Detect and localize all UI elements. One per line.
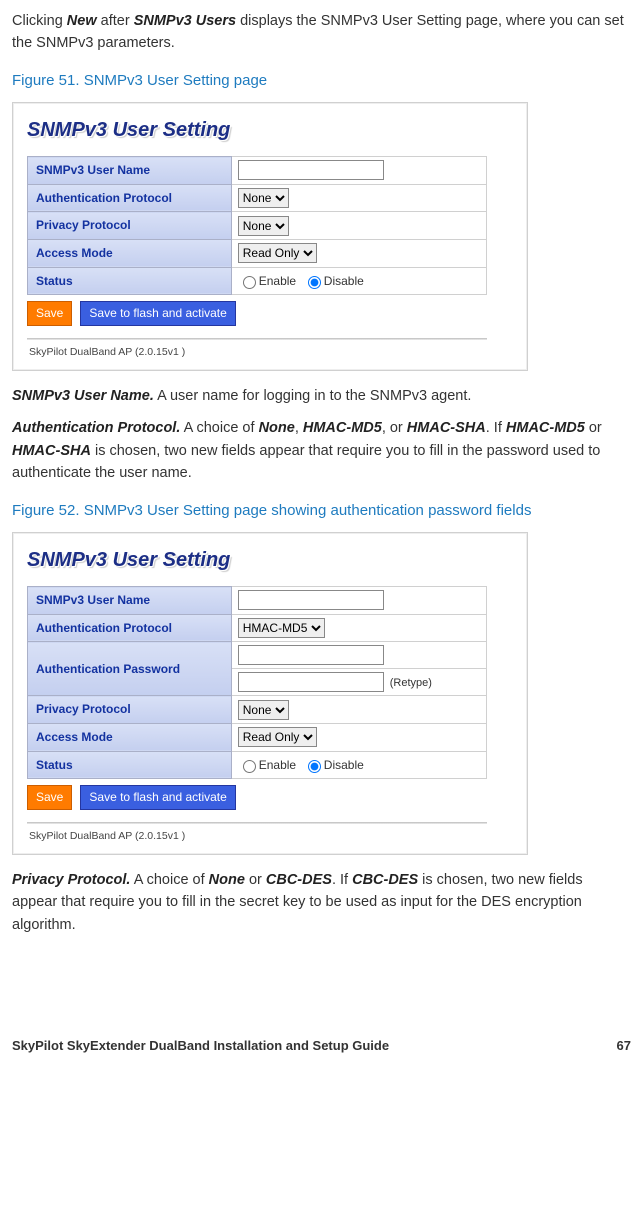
figure-52-panel: SNMPv3 User Setting SNMPv3 User Name Aut… (12, 532, 528, 855)
label-accessmode: Access Mode (28, 239, 232, 267)
save-flash-button[interactable]: Save to flash and activate (80, 301, 235, 326)
save-flash-button-2[interactable]: Save to flash and activate (80, 785, 235, 810)
intro-text-1: Clicking (12, 13, 67, 29)
status-disable-label-2: Disable (324, 758, 364, 772)
divider (27, 338, 487, 340)
authpass-input[interactable] (238, 645, 384, 665)
kw-none-2: None (209, 872, 245, 888)
intro-text-2: after (97, 13, 134, 29)
kw-hmac-sha: HMAC-SHA (407, 420, 486, 436)
figure-51-panel: SNMPv3 User Setting SNMPv3 User Name Aut… (12, 102, 528, 371)
kw-hmac-md5-2: HMAC-MD5 (506, 420, 585, 436)
intro-paragraph: Clicking New after SNMPv3 Users displays… (12, 10, 631, 55)
term-privproto: Privacy Protocol. (12, 872, 130, 888)
save-button[interactable]: Save (27, 301, 72, 326)
label-privproto: Privacy Protocol (28, 212, 232, 240)
label-accessmode-2: Access Mode (28, 723, 232, 751)
form-table-51: SNMPv3 User Name Authentication Protocol… (27, 156, 487, 295)
panel-title-2: SNMPv3 User Setting (27, 545, 517, 576)
page-footer: SkyPilot SkyExtender DualBand Installati… (12, 1036, 631, 1056)
privproto-select-2[interactable]: None (238, 700, 289, 720)
desc-username: SNMPv3 User Name. A user name for loggin… (12, 385, 631, 407)
accessmode-select[interactable]: Read Only (238, 243, 317, 263)
status-disable-radio[interactable] (308, 276, 321, 289)
status-enable-label: Enable (259, 274, 296, 288)
status-disable-label: Disable (324, 274, 364, 288)
save-button-2[interactable]: Save (27, 785, 72, 810)
status-enable-radio[interactable] (243, 276, 256, 289)
username-input-2[interactable] (238, 590, 384, 610)
label-authproto-2: Authentication Protocol (28, 614, 232, 642)
label-privproto-2: Privacy Protocol (28, 696, 232, 724)
figure-52-caption: Figure 52. SNMPv3 User Setting page show… (12, 499, 631, 522)
label-status-2: Status (28, 751, 232, 779)
label-status: Status (28, 267, 232, 295)
kw-hmac-sha-2: HMAC-SHA (12, 443, 91, 459)
figure-51-caption: Figure 51. SNMPv3 User Setting page (12, 69, 631, 92)
kw-cbc-des: CBC-DES (266, 872, 332, 888)
accessmode-select-2[interactable]: Read Only (238, 727, 317, 747)
version-line-2: SkyPilot DualBand AP (2.0.15v1 ) (29, 828, 517, 844)
authproto-select[interactable]: None (238, 188, 289, 208)
kw-none: None (259, 420, 295, 436)
retype-label: (Retype) (390, 677, 432, 689)
kw-new: New (67, 13, 97, 29)
label-username-2: SNMPv3 User Name (28, 587, 232, 615)
authpass-retype-input[interactable] (238, 672, 384, 692)
status-disable-radio-2[interactable] (308, 760, 321, 773)
form-table-52: SNMPv3 User Name Authentication Protocol… (27, 586, 487, 779)
term-authproto: Authentication Protocol. (12, 420, 180, 436)
username-input[interactable] (238, 160, 384, 180)
label-authproto: Authentication Protocol (28, 184, 232, 212)
label-username: SNMPv3 User Name (28, 157, 232, 185)
privproto-select[interactable]: None (238, 216, 289, 236)
page-number: 67 (617, 1036, 631, 1056)
kw-hmac-md5: HMAC-MD5 (303, 420, 382, 436)
label-authpass: Authentication Password (28, 642, 232, 696)
status-enable-radio-2[interactable] (243, 760, 256, 773)
status-enable-label-2: Enable (259, 758, 296, 772)
authproto-select-2[interactable]: HMAC-MD5 (238, 618, 325, 638)
kw-cbc-des-2: CBC-DES (352, 872, 418, 888)
footer-title: SkyPilot SkyExtender DualBand Installati… (12, 1036, 389, 1056)
body-username: A user name for logging in to the SNMPv3… (154, 388, 472, 404)
divider-2 (27, 822, 487, 824)
term-username: SNMPv3 User Name. (12, 388, 154, 404)
panel-title: SNMPv3 User Setting (27, 115, 517, 146)
desc-privproto: Privacy Protocol. A choice of None or CB… (12, 869, 631, 936)
version-line: SkyPilot DualBand AP (2.0.15v1 ) (29, 344, 517, 360)
desc-authproto: Authentication Protocol. A choice of Non… (12, 417, 631, 484)
kw-snmpv3-users: SNMPv3 Users (134, 13, 236, 29)
